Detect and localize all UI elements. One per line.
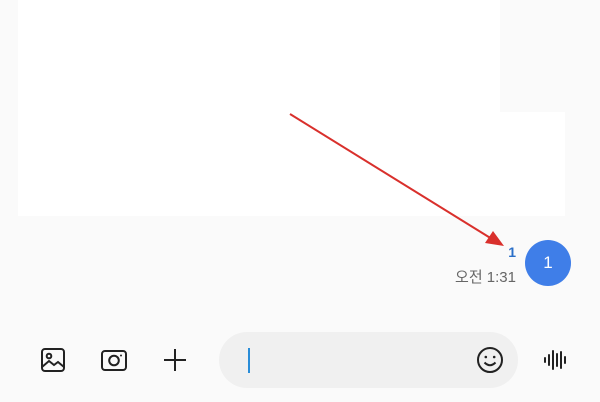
message-bubble[interactable]: 1 — [525, 240, 571, 286]
message-input[interactable] — [219, 332, 518, 388]
voice-input-button[interactable] — [535, 340, 575, 380]
message-area-blank — [18, 0, 500, 112]
unread-count: 1 — [508, 244, 516, 260]
message-composer-toolbar — [0, 320, 600, 402]
message-area-blank-lower — [18, 112, 565, 216]
plus-icon — [164, 349, 186, 371]
voice-icon — [544, 350, 566, 370]
camera-button[interactable] — [94, 340, 134, 380]
attach-more-button[interactable] — [155, 340, 195, 380]
gallery-button[interactable] — [33, 340, 73, 380]
camera-icon — [101, 350, 127, 371]
text-caret — [248, 348, 250, 373]
emoji-button[interactable] — [474, 344, 506, 376]
image-icon — [41, 348, 65, 372]
chat-area: 1 오전 1:31 1 — [0, 0, 600, 320]
message-timestamp: 오전 1:31 — [455, 269, 516, 286]
emoji-icon — [477, 347, 503, 373]
